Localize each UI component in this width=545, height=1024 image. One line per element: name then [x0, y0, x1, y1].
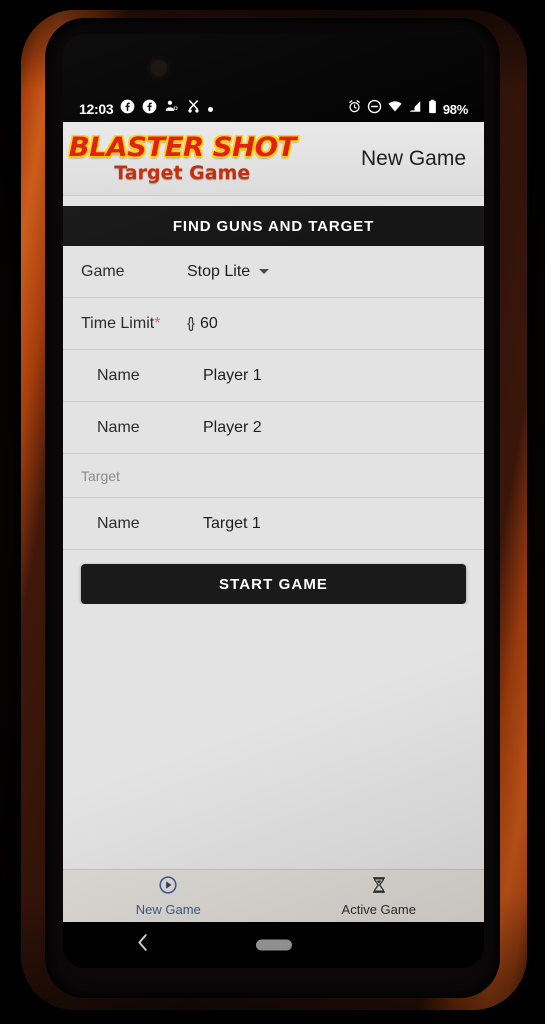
- tab-new-game[interactable]: New Game: [63, 870, 274, 922]
- form-row-player-1[interactable]: Name Player 1: [63, 350, 484, 402]
- start-button-container: START GAME: [63, 550, 484, 604]
- signal-icon: [408, 99, 422, 119]
- target-1-name-input[interactable]: Target 1: [203, 515, 261, 533]
- home-pill-icon[interactable]: [255, 939, 292, 951]
- photo-background: 12:03 98% BLASTER SHOT Target Game New G…: [0, 0, 545, 1024]
- braces-icon: {}: [187, 315, 195, 332]
- form-value-time-limit[interactable]: {} 60: [187, 315, 218, 333]
- phone-body: 12:03 98% BLASTER SHOT Target Game New G…: [45, 18, 500, 998]
- form-list: Game Stop Lite Time Limit* {} 60 Name Pl…: [63, 246, 484, 550]
- status-clock: 12:03: [79, 101, 114, 117]
- status-bar: 12:03 98%: [63, 96, 484, 122]
- find-guns-and-target-button[interactable]: FIND GUNS AND TARGET: [63, 206, 484, 246]
- app-content: BLASTER SHOT Target Game New Game FIND G…: [63, 122, 484, 922]
- form-row-target-1[interactable]: Name Target 1: [63, 498, 484, 550]
- time-limit-input[interactable]: 60: [200, 315, 218, 333]
- form-label-time-limit: Time Limit*: [81, 315, 187, 333]
- android-navigation-bar: [63, 922, 484, 968]
- player-2-name-input[interactable]: Player 2: [203, 419, 262, 437]
- form-label-player-2: Name: [97, 418, 140, 436]
- tab-label-active-game: Active Game: [341, 902, 416, 917]
- bottom-tab-bar: New Game Active Game: [63, 869, 484, 922]
- battery-percent: 98%: [442, 101, 468, 117]
- chevron-left-icon[interactable]: [135, 932, 151, 959]
- time-limit-label-text: Time Limit: [81, 314, 155, 332]
- logo-title-line1: BLASTER SHOT: [68, 132, 297, 163]
- chevron-down-icon[interactable]: [259, 269, 270, 274]
- form-label-player-1: Name: [97, 366, 140, 384]
- wifi-icon: [387, 99, 403, 119]
- form-value-game[interactable]: Stop Lite: [187, 262, 270, 281]
- app-logo: BLASTER SHOT Target Game: [67, 132, 297, 184]
- form-label-target-1: Name: [97, 514, 140, 532]
- front-camera-icon: [151, 60, 167, 76]
- game-select-value: Stop Lite: [187, 262, 251, 280]
- status-bar-left: 12:03: [79, 99, 214, 119]
- start-game-button[interactable]: START GAME: [81, 564, 466, 604]
- app-bar: BLASTER SHOT Target Game New Game: [63, 122, 484, 196]
- person-add-icon: [164, 99, 179, 119]
- page-title: New Game: [360, 146, 466, 170]
- phone-screen: 12:03 98% BLASTER SHOT Target Game New G…: [63, 34, 484, 968]
- form-label-game: Game: [81, 262, 125, 280]
- form-row-game[interactable]: Game Stop Lite: [63, 246, 484, 298]
- form-row-time-limit[interactable]: Time Limit* {} 60: [63, 298, 484, 350]
- status-bar-right: 98%: [347, 99, 468, 119]
- section-header-target: Target: [63, 454, 484, 498]
- hourglass-icon: [369, 875, 389, 900]
- play-circle-icon: [158, 875, 178, 900]
- logo-title-line2: Target Game: [114, 162, 251, 184]
- tab-active-game[interactable]: Active Game: [274, 870, 485, 922]
- battery-icon: [427, 99, 438, 119]
- player-1-name-input[interactable]: Player 1: [203, 367, 262, 385]
- content-spacer: [63, 604, 484, 869]
- scissors-icon: [186, 99, 201, 119]
- facebook-icon: [142, 99, 157, 119]
- form-row-player-2[interactable]: Name Player 2: [63, 402, 484, 454]
- alarm-icon: [347, 99, 362, 119]
- do-not-disturb-icon: [367, 99, 382, 119]
- required-marker: *: [154, 314, 161, 332]
- tab-label-new-game: New Game: [135, 902, 201, 917]
- facebook-icon: [120, 99, 135, 119]
- dot-icon: [208, 106, 214, 112]
